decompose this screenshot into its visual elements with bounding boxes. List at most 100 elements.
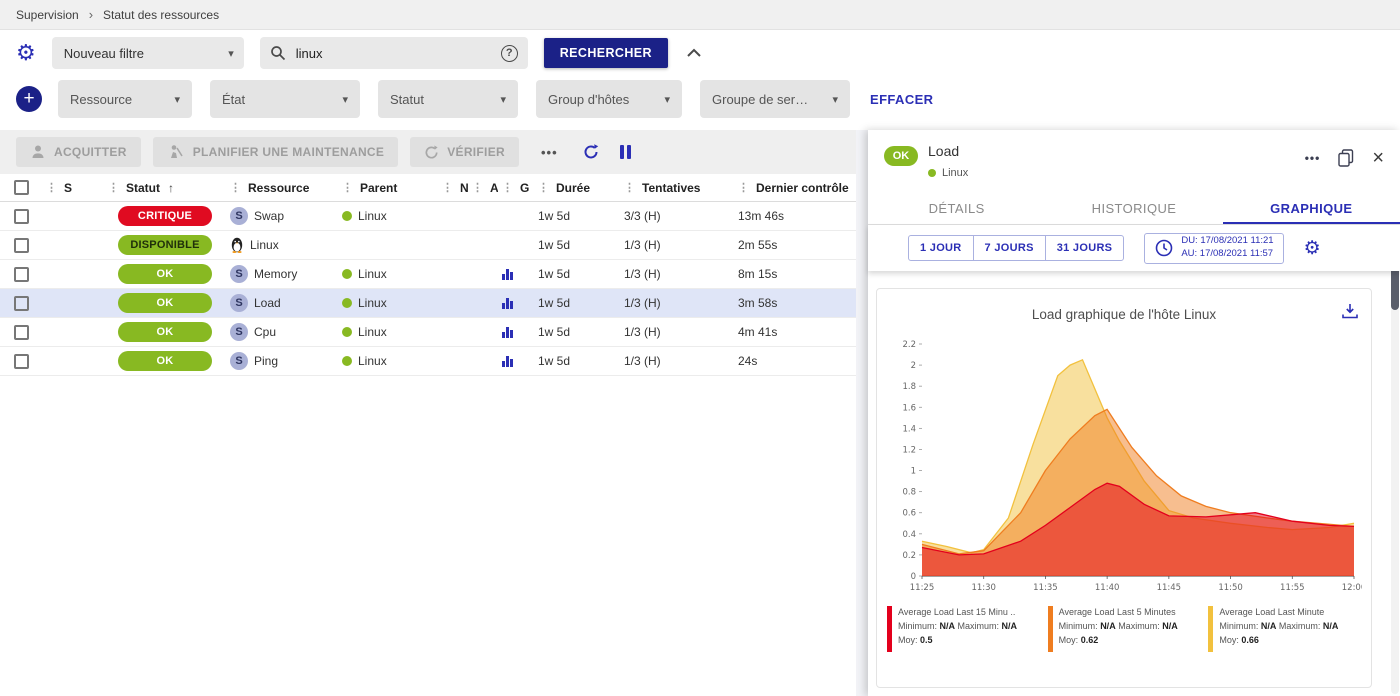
breadcrumb-section[interactable]: Supervision — [16, 8, 79, 22]
parent-name[interactable]: Linux — [358, 296, 387, 310]
maintenance-button[interactable]: PLANIFIER UNE MAINTENANCE — [153, 137, 399, 167]
table-row[interactable]: OKSPingLinux1w 5d1/3 (H)24s — [0, 347, 856, 376]
sort-asc-icon: ↑ — [168, 181, 174, 195]
more-actions-button[interactable]: ••• — [535, 144, 564, 161]
filter-dropdown-4[interactable]: Group d'hôtes▾ — [536, 80, 682, 118]
add-criteria-button[interactable]: + — [16, 86, 42, 112]
legend-average: Moy: 0.5 — [898, 634, 1017, 648]
svg-text:0.8: 0.8 — [902, 488, 916, 498]
tab-graphique[interactable]: GRAPHIQUE — [1223, 192, 1400, 224]
column-header-ressource[interactable]: ⋮Ressource — [226, 181, 338, 195]
graph-icon[interactable] — [502, 297, 513, 309]
panel-close-icon[interactable]: × — [1372, 148, 1384, 168]
column-header-tentatives[interactable]: ⋮Tentatives — [620, 181, 734, 195]
row-checkbox[interactable] — [14, 354, 29, 369]
row-select-cell — [0, 296, 42, 311]
parent-name[interactable]: Linux — [358, 267, 387, 281]
resource-name[interactable]: Memory — [254, 267, 297, 281]
graph-icon[interactable] — [502, 326, 513, 338]
legend-color-bar — [1208, 606, 1213, 652]
column-header-a[interactable]: ⋮A — [468, 181, 498, 195]
resources-list-area: ACQUITTER PLANIFIER UNE MAINTENANCE VÉRI… — [0, 130, 856, 696]
saved-filter-select[interactable]: Nouveau filtre ▾ — [52, 37, 244, 69]
acknowledge-button[interactable]: ACQUITTER — [16, 137, 141, 167]
chart-legend: Average Load Last 15 Minu ..Minimum: N/A… — [877, 602, 1371, 652]
time-range-7-jours[interactable]: 7 JOURS — [973, 235, 1046, 261]
duration-cell: 1w 5d — [534, 267, 620, 281]
date-range-picker[interactable]: DU: 17/08/2021 11:21 AU: 17/08/2021 11:5… — [1144, 233, 1283, 264]
column-label: N — [460, 181, 468, 195]
column-header-n[interactable]: ⋮N — [438, 181, 468, 195]
clear-filters-button[interactable]: EFFACER — [870, 92, 933, 107]
table-row[interactable]: CRITIQUESSwapLinux1w 5d3/3 (H)13m 46s — [0, 202, 856, 231]
search-input[interactable] — [294, 45, 493, 62]
time-range-1-jour[interactable]: 1 JOUR — [908, 235, 974, 261]
row-checkbox[interactable] — [14, 238, 29, 253]
collapse-filters-icon[interactable] — [686, 48, 702, 58]
svg-text:11:50: 11:50 — [1218, 583, 1243, 593]
tab-historique[interactable]: HISTORIQUE — [1045, 192, 1222, 224]
graph-settings-gear-icon[interactable]: ⚙ — [1304, 239, 1321, 258]
legend-item[interactable]: Average Load Last MinuteMinimum: N/A Max… — [1208, 606, 1361, 652]
select-all-cell — [0, 180, 42, 195]
parent-cell: Linux — [338, 354, 438, 368]
check-button[interactable]: VÉRIFIER — [410, 137, 519, 167]
actions-toolbar: ACQUITTER PLANIFIER UNE MAINTENANCE VÉRI… — [0, 130, 856, 174]
table-row[interactable]: OKSCpuLinux1w 5d1/3 (H)4m 41s — [0, 318, 856, 347]
row-checkbox[interactable] — [14, 296, 29, 311]
tab-détails[interactable]: DÉTAILS — [868, 192, 1045, 224]
row-checkbox[interactable] — [14, 267, 29, 282]
column-header-s[interactable]: ⋮S — [42, 181, 104, 195]
refresh-button[interactable] — [582, 143, 600, 161]
help-icon[interactable]: ? — [501, 45, 518, 62]
column-header-statut[interactable]: ⋮Statut↑ — [104, 181, 226, 195]
select-all-checkbox[interactable] — [14, 180, 29, 195]
resource-name[interactable]: Cpu — [254, 325, 276, 339]
parent-name[interactable]: Linux — [358, 209, 387, 223]
status-cell: CRITIQUE — [104, 206, 226, 226]
settings-gear-icon[interactable]: ⚙ — [16, 42, 36, 64]
svg-text:2.2: 2.2 — [902, 340, 916, 350]
row-checkbox[interactable] — [14, 209, 29, 224]
column-label: Parent — [360, 181, 397, 195]
graph-icon[interactable] — [502, 268, 513, 280]
clock-icon — [1154, 238, 1174, 258]
parent-name[interactable]: Linux — [358, 325, 387, 339]
column-header-dernier[interactable]: ⋮Dernier contrôle — [734, 181, 856, 195]
copy-link-icon[interactable] — [1338, 149, 1354, 167]
download-icon[interactable] — [1341, 303, 1359, 322]
host-status-dot — [928, 169, 936, 177]
table-row[interactable]: OKSLoadLinux1w 5d1/3 (H)3m 58s — [0, 289, 856, 318]
panel-more-icon[interactable]: ••• — [1305, 151, 1321, 165]
row-checkbox[interactable] — [14, 325, 29, 340]
legend-text: Average Load Last 5 MinutesMinimum: N/A … — [1059, 606, 1178, 652]
filter-dropdown-3[interactable]: Statut▾ — [378, 80, 518, 118]
panel-host-name[interactable]: Linux — [942, 167, 968, 179]
last-check-cell: 24s — [734, 354, 856, 368]
resource-name[interactable]: Swap — [254, 209, 284, 223]
time-range-31-jours[interactable]: 31 JOURS — [1045, 235, 1125, 261]
panel-scrollbar[interactable] — [1391, 226, 1399, 694]
legend-item[interactable]: Average Load Last 5 MinutesMinimum: N/A … — [1048, 606, 1201, 652]
legend-item[interactable]: Average Load Last 15 Minu ..Minimum: N/A… — [887, 606, 1040, 652]
table-row[interactable]: DISPONIBLELinux1w 5d1/3 (H)2m 55s — [0, 231, 856, 260]
graph-icon[interactable] — [502, 355, 513, 367]
filter-dropdown-2[interactable]: État▾ — [210, 80, 360, 118]
filter-dropdown-5[interactable]: Groupe de ser…▾ — [700, 80, 850, 118]
column-header-g[interactable]: ⋮G — [498, 181, 534, 195]
resource-name[interactable]: Load — [254, 296, 281, 310]
graph-cell — [498, 355, 534, 367]
table-row[interactable]: OKSMemoryLinux1w 5d1/3 (H)8m 15s — [0, 260, 856, 289]
column-header-duree[interactable]: ⋮Durée — [534, 181, 620, 195]
column-header-parent[interactable]: ⋮Parent — [338, 181, 438, 195]
resource-name[interactable]: Ping — [254, 354, 278, 368]
svg-text:11:40: 11:40 — [1095, 583, 1120, 593]
duration-cell: 1w 5d — [534, 209, 620, 223]
parent-name[interactable]: Linux — [358, 354, 387, 368]
resource-name[interactable]: Linux — [250, 238, 279, 252]
search-button[interactable]: RECHERCHER — [544, 38, 668, 68]
pause-button[interactable] — [620, 145, 631, 159]
status-badge: OK — [118, 351, 212, 371]
filter-dropdown-1[interactable]: Ressource▾ — [58, 80, 192, 118]
host-status-dot — [342, 211, 352, 221]
